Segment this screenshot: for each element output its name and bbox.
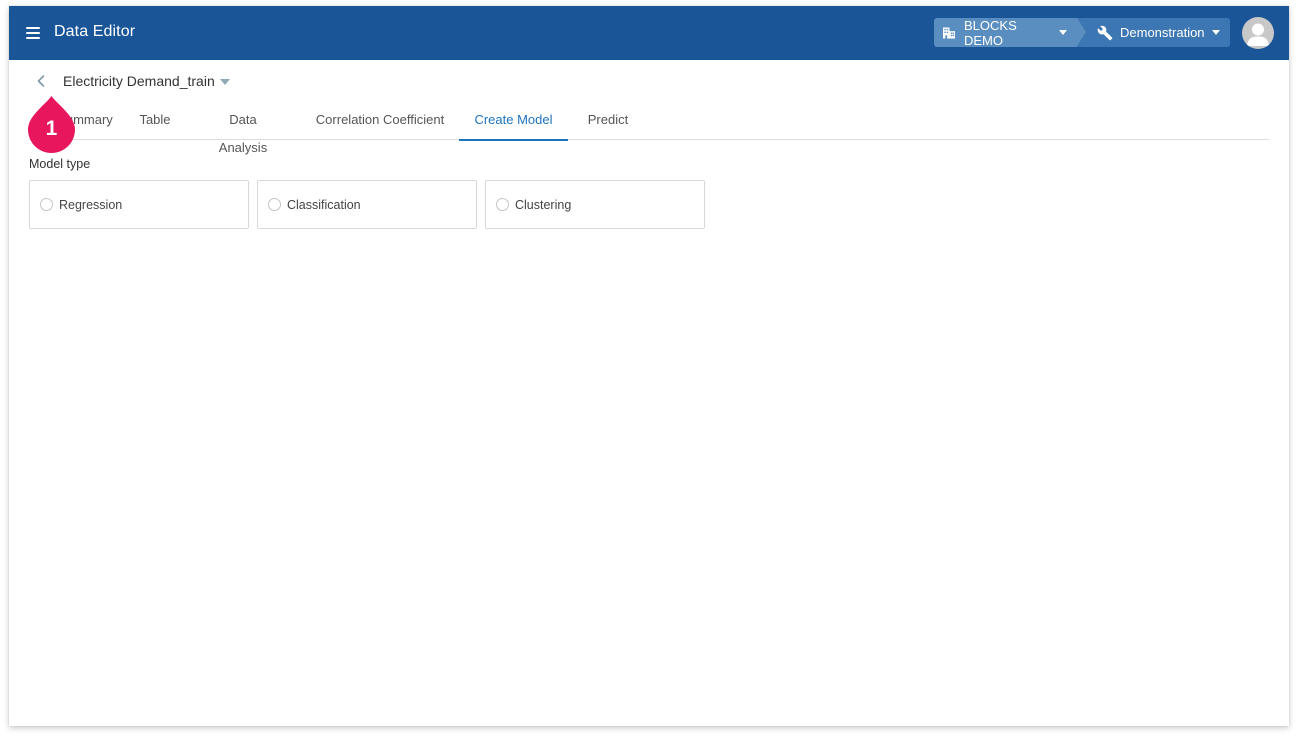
dataset-name: Electricity Demand_train <box>63 73 215 89</box>
model-type-regression[interactable]: Regression <box>29 180 249 229</box>
project-label: Demonstration <box>1120 25 1205 40</box>
annotation-marker: 1 <box>28 96 75 153</box>
option-label: Classification <box>287 197 361 212</box>
app-window: Data Editor BLOCKS DEMO Demonstration El… <box>9 6 1289 726</box>
model-type-classification[interactable]: Classification <box>257 180 477 229</box>
dataset-selector[interactable]: Electricity Demand_train <box>63 73 230 89</box>
caret-down-icon <box>219 79 230 85</box>
user-avatar[interactable] <box>1242 17 1274 49</box>
caret-down-icon <box>1059 30 1067 35</box>
organization-dropdown[interactable]: BLOCKS DEMO <box>934 17 1086 48</box>
hamburger-menu-icon[interactable] <box>26 27 40 39</box>
tab-data-analysis[interactable]: Data Analysis <box>204 106 282 155</box>
model-type-clustering[interactable]: Clustering <box>485 180 705 229</box>
tab-bar: Summary Table Data Analysis Correlation … <box>29 106 1269 155</box>
user-avatar-icon <box>1247 23 1269 46</box>
option-label: Clustering <box>515 197 572 212</box>
wrench-icon <box>1097 25 1113 40</box>
caret-down-icon <box>1211 30 1220 35</box>
app-header: Data Editor BLOCKS DEMO Demonstration <box>9 6 1289 60</box>
back-button[interactable] <box>33 73 49 89</box>
tab-create-model[interactable]: Create Model <box>459 106 568 141</box>
organization-label: BLOCKS DEMO <box>964 17 1017 48</box>
model-type-label: Model type <box>29 157 91 171</box>
tab-predict[interactable]: Predict <box>586 106 630 140</box>
option-label: Regression <box>59 197 123 212</box>
building-icon <box>943 26 955 39</box>
tab-correlation-coefficient[interactable]: Correlation Coefficient <box>315 106 445 140</box>
radio-button[interactable] <box>40 198 53 211</box>
app-title: Data Editor <box>54 23 136 40</box>
radio-button[interactable] <box>496 198 509 211</box>
radio-button[interactable] <box>268 198 281 211</box>
project-dropdown[interactable]: Demonstration <box>1077 18 1230 47</box>
chevron-left-icon <box>37 75 45 87</box>
org-project-switcher: BLOCKS DEMO Demonstration <box>934 17 1230 48</box>
model-type-options: Regression Classification Clustering <box>29 180 705 229</box>
annotation-number: 1 <box>45 117 58 140</box>
tab-table[interactable]: Table <box>138 106 172 140</box>
